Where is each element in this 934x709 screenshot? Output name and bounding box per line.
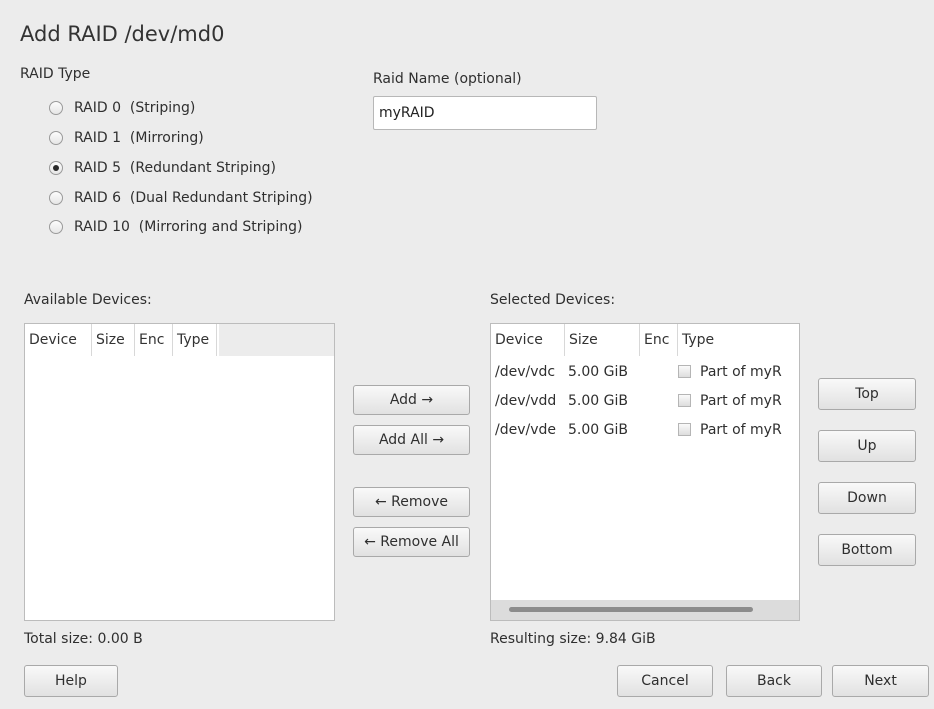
selected-devices-header: Device Size Enc Type (491, 324, 799, 357)
radio-raid-0-indicator[interactable] (49, 101, 63, 115)
radio-raid-1-label: RAID 1 (Mirroring) (74, 130, 204, 146)
radio-raid-10[interactable]: RAID 10 (Mirroring and Striping) (49, 215, 302, 239)
add-button[interactable]: Add → (353, 385, 470, 415)
table-row[interactable]: /dev/vde 5.00 GiB Part of myR (491, 415, 799, 444)
available-header-filler (219, 324, 334, 356)
type-checkbox-icon (678, 423, 691, 436)
radio-raid-10-label: RAID 10 (Mirroring and Striping) (74, 219, 303, 235)
radio-raid-6[interactable]: RAID 6 (Dual Redundant Striping) (49, 186, 313, 210)
radio-raid-5-indicator[interactable] (49, 161, 63, 175)
col-size[interactable]: Size (565, 324, 640, 356)
move-bottom-button[interactable]: Bottom (818, 534, 916, 566)
cancel-button[interactable]: Cancel (617, 665, 713, 697)
radio-raid-1-indicator[interactable] (49, 131, 63, 145)
dialog-title: Add RAID /dev/md0 (20, 22, 225, 46)
radio-raid-5[interactable]: RAID 5 (Redundant Striping) (49, 156, 276, 180)
col-type[interactable]: Type (173, 324, 217, 356)
cell-type: Part of myR (700, 363, 782, 380)
radio-raid-6-indicator[interactable] (49, 191, 63, 205)
add-all-button[interactable]: Add All → (353, 425, 470, 455)
cell-size: 5.00 GiB (568, 421, 628, 438)
col-type[interactable]: Type (678, 324, 798, 356)
raid-name-input[interactable] (373, 96, 597, 130)
col-enc[interactable]: Enc (135, 324, 173, 356)
type-checkbox-icon (678, 365, 691, 378)
available-devices-table[interactable]: Device Size Enc Type (24, 323, 335, 621)
available-devices-header: Device Size Enc Type (25, 324, 219, 357)
cell-device: /dev/vdd (495, 392, 557, 409)
col-enc[interactable]: Enc (640, 324, 678, 356)
cell-type: Part of myR (700, 421, 782, 438)
radio-raid-5-label: RAID 5 (Redundant Striping) (74, 160, 277, 176)
cell-device: /dev/vde (495, 421, 557, 438)
raid-name-label: Raid Name (optional) (373, 71, 522, 87)
cell-size: 5.00 GiB (568, 363, 628, 380)
cell-device: /dev/vdc (495, 363, 556, 380)
next-button[interactable]: Next (832, 665, 929, 697)
move-top-button[interactable]: Top (818, 378, 916, 410)
col-device[interactable]: Device (491, 324, 565, 356)
resulting-size: Resulting size: 9.84 GiB (490, 631, 656, 647)
cell-size: 5.00 GiB (568, 392, 628, 409)
cell-type: Part of myR (700, 392, 782, 409)
back-button[interactable]: Back (726, 665, 822, 697)
radio-raid-1[interactable]: RAID 1 (Mirroring) (49, 126, 204, 150)
move-up-button[interactable]: Up (818, 430, 916, 462)
radio-raid-0[interactable]: RAID 0 (Striping) (49, 96, 195, 120)
help-button[interactable]: Help (24, 665, 118, 697)
selected-devices-label: Selected Devices: (490, 292, 616, 308)
table-row[interactable]: /dev/vdd 5.00 GiB Part of myR (491, 386, 799, 415)
remove-button[interactable]: ← Remove (353, 487, 470, 517)
move-down-button[interactable]: Down (818, 482, 916, 514)
available-total-size: Total size: 0.00 B (24, 631, 143, 647)
scrollbar-thumb[interactable] (509, 607, 753, 612)
col-size[interactable]: Size (92, 324, 135, 356)
radio-raid-10-indicator[interactable] (49, 220, 63, 234)
type-checkbox-icon (678, 394, 691, 407)
radio-raid-0-label: RAID 0 (Striping) (74, 100, 196, 116)
remove-all-button[interactable]: ← Remove All (353, 527, 470, 557)
horizontal-scrollbar[interactable] (491, 600, 799, 620)
raid-type-label: RAID Type (20, 66, 91, 82)
radio-raid-6-label: RAID 6 (Dual Redundant Striping) (74, 190, 313, 206)
table-row[interactable]: /dev/vdc 5.00 GiB Part of myR (491, 357, 799, 386)
available-devices-label: Available Devices: (24, 292, 152, 308)
selected-devices-table[interactable]: Device Size Enc Type /dev/vdc 5.00 GiB P… (490, 323, 800, 621)
col-device[interactable]: Device (25, 324, 92, 356)
